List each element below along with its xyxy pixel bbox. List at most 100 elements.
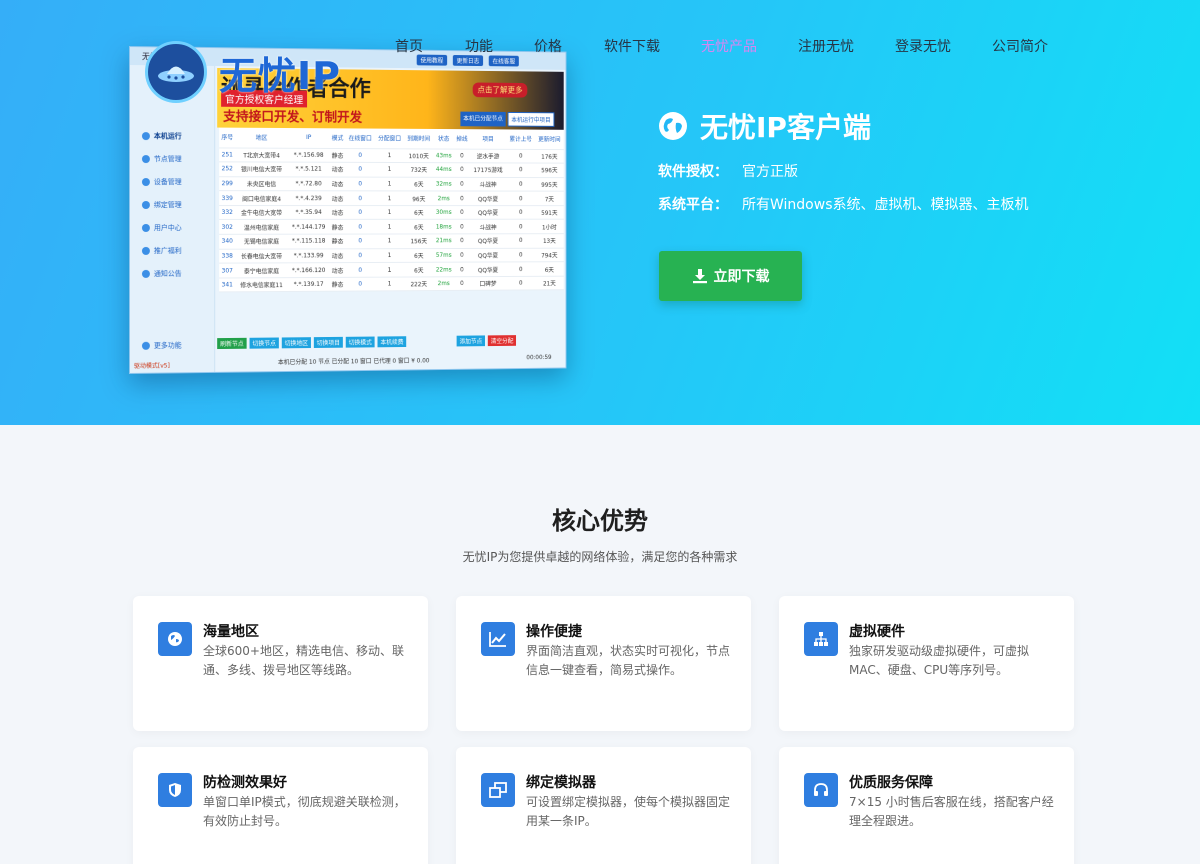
advantage-desc: 全球600+地区，精选电信、移动、联通、多线、拨号地区等线路。 [203, 644, 404, 677]
app-table-cell: 静态 [329, 277, 346, 292]
app-table-cell: 金牛电信大宽带 [235, 205, 288, 220]
app-table-cell: 动态 [329, 262, 346, 278]
app-table-cell: 0 [454, 191, 470, 206]
download-icon [692, 269, 707, 284]
app-table-cell: 18ms [433, 219, 455, 234]
banner-subline: 支持接口开发、订制开发 [223, 109, 363, 126]
app-table-header: 项目 [469, 129, 507, 149]
app-bottom-button: 清空分配 [487, 335, 517, 347]
app-table-cell: *.*.133.99 [287, 248, 330, 264]
app-sidebar-item: 推广福利 [141, 246, 182, 256]
app-table-cell: 0 [454, 248, 470, 263]
app-table-row: 251 T北京大宽带4 *.*.156.98 静态 0 1 1010天 43ms 0 逆水手游 0 1… [219, 147, 564, 164]
app-table-cell: 长春电信大宽带 [235, 248, 288, 264]
app-table-header: 序号 [219, 127, 236, 148]
app-table-cell: 299 [219, 176, 236, 191]
ufo-icon [145, 41, 207, 103]
app-table-cell: 22ms [433, 262, 455, 277]
nav-item-about[interactable]: 公司简介 [992, 38, 1052, 56]
app-table-row: 339 闽口电信家庭4 *.*.4.239 动态 0 1 96天 2ms 0 QQ华夏 0 7天 [219, 190, 564, 206]
app-table-cell: 0 [506, 233, 536, 249]
app-table-cell: 1 [374, 248, 405, 263]
nav-item-home[interactable]: 首页 [395, 38, 465, 56]
app-table-header: 分配窗口 [374, 128, 405, 149]
app-table-cell: 0 [345, 234, 375, 249]
nav-item-pricing[interactable]: 价格 [534, 38, 604, 56]
app-table-cell: 0 [345, 262, 375, 278]
globe-icon [659, 112, 687, 140]
app-bottom-toolbar: 刷新节点 切换节点 切换地区 切换项目 切换模式 本机续费 添加节点 清空分配 [217, 335, 517, 350]
app-table-cell: 0 [345, 219, 375, 235]
nav-item-products[interactable]: 无忧产品 [701, 38, 798, 56]
app-table-cell: 动态 [329, 176, 346, 192]
app-table-cell: 57ms [433, 248, 455, 263]
app-table-cell: 温州电信家庭 [235, 219, 288, 235]
app-table-header: 模式 [329, 128, 346, 149]
app-table-cell: 1 [374, 148, 405, 163]
advantage-desc: 单窗口单IP模式，彻底规避关联检测，有效防止封号。 [203, 795, 406, 828]
app-table-header: IP [287, 128, 330, 148]
app-table-cell: 307 [219, 263, 236, 278]
app-table-cell: 0 [506, 163, 536, 178]
advantage-card: 虚拟硬件 独家研发驱动级虚拟硬件，可虚拟MAC、硬盘、CPU等序列号。 [779, 596, 1074, 731]
globe-icon [158, 622, 192, 656]
app-sidebar-item: 绑定管理 [141, 200, 182, 210]
license-label: 软件授权： [658, 164, 728, 180]
app-table-cell: 340 [219, 234, 236, 249]
app-table-cell: 静态 [329, 219, 346, 235]
app-table-cell: 43ms [433, 148, 455, 163]
app-table-cell: QQ华夏 [469, 205, 507, 220]
app-table-cell: 0 [345, 205, 375, 220]
nav-item-features[interactable]: 功能 [465, 38, 534, 56]
app-table-cell: 6天 [404, 248, 434, 263]
platform-label: 系统平台： [658, 197, 728, 213]
app-bottom-button: 切换项目 [313, 336, 343, 348]
app-table-cell: 1 [374, 262, 405, 278]
app-table-cell: 0 [454, 205, 470, 220]
app-table-cell: 0 [454, 276, 470, 291]
advantage-card: 优质服务保障 7×15 小时售后客服在线，搭配客户经理全程跟进。 [779, 747, 1074, 864]
app-top-button: 更新日志 [452, 55, 484, 67]
app-table-row: 332 金牛电信大宽带 *.*.35.94 动态 0 1 6天 30ms 0 QQ华夏 0 591天 [219, 205, 564, 220]
hero-section: 无忧IP 使用教程 更新日志 在线客服 本机运行 节点管理 设备管理 绑定管理 … [0, 0, 1200, 425]
app-table-cell: 1 [374, 162, 405, 177]
app-table-cell: 794天 [535, 247, 564, 263]
app-table-cell: 21天 [535, 276, 564, 291]
app-table-cell: *.*.166.120 [287, 262, 330, 278]
app-table-cell: 无锡电信家庭 [235, 234, 288, 249]
app-table-cell: 341 [219, 277, 236, 293]
app-table-cell: 0 [345, 176, 375, 192]
app-sidebar-more: 更多功能 [141, 340, 182, 350]
app-table-cell: *.*.156.98 [287, 147, 330, 163]
app-table-cell: 30ms [433, 205, 455, 220]
app-table-header: 掉线 [454, 129, 470, 149]
app-table-cell: 6天 [404, 262, 434, 277]
app-table-header: 在线窗口 [345, 128, 375, 149]
app-node-table: 序号 地区 IP 模式 在线窗口 分配窗口 到期时间 状态 掉线 项目 累计上号 更新时间 251 T北… [219, 127, 564, 293]
app-top-button: 在线客服 [488, 55, 519, 67]
app-table-cell: 156天 [404, 233, 434, 249]
app-table-row: 302 温州电信家庭 *.*.144.179 静态 0 1 6天 18ms 0 斗战神 0 1小时 [219, 219, 564, 235]
app-table-cell: 1 [374, 191, 405, 206]
advantage-card: 防检测效果好 单窗口单IP模式，彻底规避关联检测，有效防止封号。 [133, 747, 428, 864]
site-logo[interactable]: 无忧IP [145, 41, 341, 103]
nav-item-download[interactable]: 软件下载 [604, 38, 701, 56]
app-table-cell: *.*.35.94 [287, 205, 330, 220]
app-table-cell: *.*.4.239 [287, 191, 330, 206]
advantage-desc: 独家研发驱动级虚拟硬件，可虚拟MAC、硬盘、CPU等序列号。 [849, 644, 1030, 677]
advantage-desc: 7×15 小时售后客服在线，搭配客户经理全程跟进。 [849, 795, 1054, 828]
app-table-row: 252 银川电信大宽带 *.*.5.121 动态 0 1 732天 44ms 0 17175游戏 0… [219, 161, 564, 178]
app-table-cell: 0 [454, 233, 470, 249]
app-table-cell: 251 [219, 147, 236, 162]
nav-item-register[interactable]: 注册无忧 [798, 38, 895, 56]
app-table-cell: 1 [374, 276, 405, 292]
app-table-cell: *.*.5.121 [287, 162, 330, 177]
nav-item-login[interactable]: 登录无忧 [895, 38, 992, 56]
app-table-cell: 1 [374, 205, 405, 220]
app-table-cell: 0 [454, 162, 470, 178]
advantages-subtitle: 无忧IP为您提供卓越的网络体验，满足您的各种需求 [462, 550, 738, 564]
app-table-cell: 0 [506, 247, 536, 263]
app-table-cell: 动态 [329, 248, 346, 263]
windows-icon [481, 773, 515, 807]
download-button[interactable]: 立即下载 [659, 251, 802, 301]
